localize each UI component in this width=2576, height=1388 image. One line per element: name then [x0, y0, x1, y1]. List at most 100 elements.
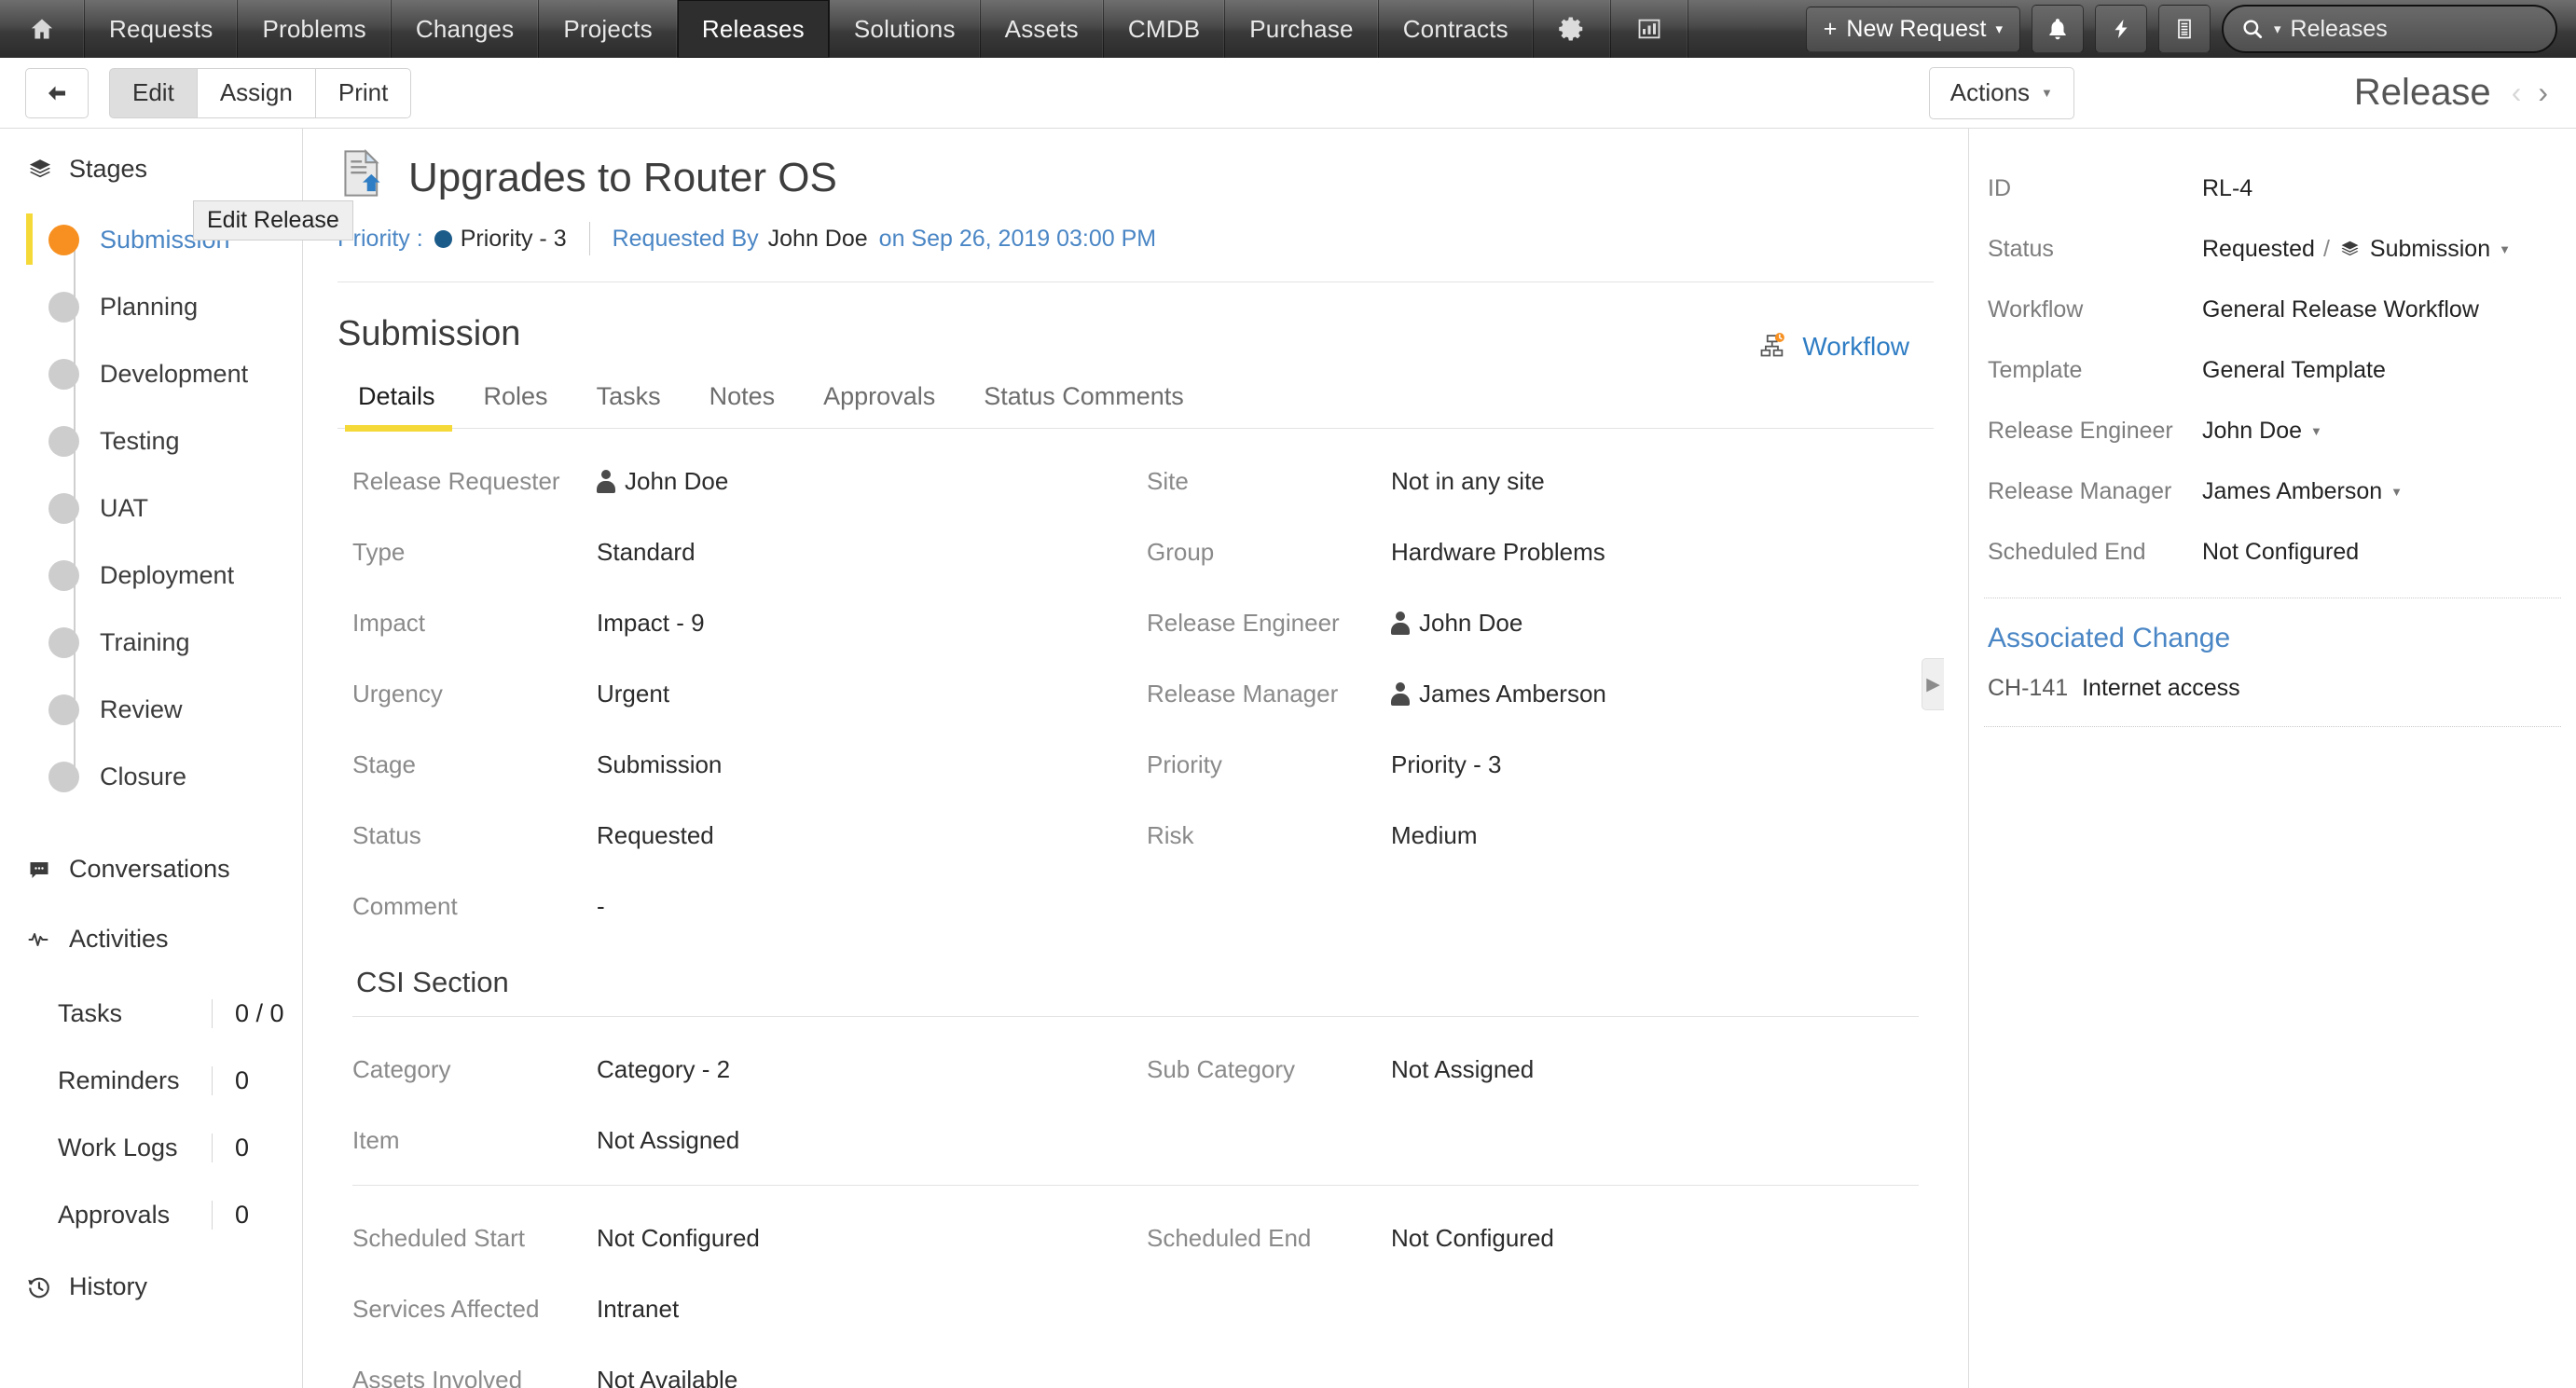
associated-change-title[interactable]: Associated Change: [1969, 598, 2576, 654]
search-scope-chevron-icon[interactable]: ▾: [2274, 22, 2281, 36]
property-status[interactable]: Status Requested / Submission ▼: [1969, 219, 2576, 280]
stage-dot-icon: [48, 292, 79, 323]
sidebar-stage-closure[interactable]: Closure: [48, 743, 302, 810]
tab-status-comments[interactable]: Status Comments: [959, 382, 1208, 428]
assign-button[interactable]: Assign: [198, 68, 316, 118]
chevron-down-icon[interactable]: ▼: [2499, 243, 2511, 255]
sidebar-stage-training[interactable]: Training: [48, 609, 302, 676]
tab-approvals[interactable]: Approvals: [799, 382, 959, 428]
nav-item-requests[interactable]: Requests: [85, 0, 238, 58]
nav-item-solutions[interactable]: Solutions: [830, 0, 981, 58]
nav-item-assets[interactable]: Assets: [981, 0, 1104, 58]
sidebar-item-history[interactable]: History: [0, 1248, 302, 1322]
print-button[interactable]: Print: [316, 68, 411, 118]
field-value: Medium: [1391, 821, 1477, 850]
counter-approvals[interactable]: Approvals 0: [0, 1181, 302, 1248]
field-value: Requested: [597, 821, 714, 850]
sidebar-counters: Tasks 0 / 0 Reminders 0 Work Logs 0 Appr…: [0, 980, 302, 1248]
stage-dot-icon: [48, 560, 79, 591]
nav-home-button[interactable]: [0, 0, 85, 58]
quick-actions-button[interactable]: [2095, 5, 2147, 53]
property-release-manager[interactable]: Release Manager James Amberson ▼: [1969, 461, 2576, 522]
field-row: Type Standard Group Hardware Problems: [304, 516, 1967, 587]
field-value: Category - 2: [597, 1055, 730, 1084]
nav-item-purchase[interactable]: Purchase: [1225, 0, 1378, 58]
sidebar-stages-header[interactable]: Stages: [0, 145, 302, 193]
property-release-engineer[interactable]: Release Engineer John Doe ▼: [1969, 401, 2576, 461]
tab-notes[interactable]: Notes: [685, 382, 800, 428]
field-value: Not Available: [597, 1366, 737, 1388]
nav-item-settings[interactable]: [1534, 0, 1611, 58]
person-icon: [597, 470, 615, 493]
nav-item-reports[interactable]: [1611, 0, 1688, 58]
csi-section-divider: [352, 1016, 1919, 1017]
field-label: Sub Category: [1147, 1055, 1391, 1084]
property-value: RL-4: [2202, 175, 2252, 202]
nav-item-projects[interactable]: Projects: [539, 0, 678, 58]
field-value: John Doe: [1391, 609, 1522, 638]
next-record-button[interactable]: ›: [2538, 76, 2548, 110]
tab-roles[interactable]: Roles: [460, 382, 572, 428]
field-urgency: Urgency Urgent: [304, 658, 1134, 729]
associated-change-row[interactable]: CH-141 Internet access: [1969, 654, 2576, 702]
nav-label: Releases: [702, 15, 805, 44]
sidebar-stage-review[interactable]: Review: [48, 676, 302, 743]
tab-details[interactable]: Details: [337, 382, 460, 428]
property-workflow: Workflow General Release Workflow: [1969, 280, 2576, 340]
field-stage: Stage Submission: [304, 729, 1134, 800]
sidebar-stage-uat[interactable]: UAT: [48, 474, 302, 542]
previous-record-button[interactable]: ‹: [2512, 76, 2522, 110]
nav-item-contracts[interactable]: Contracts: [1379, 0, 1534, 58]
record-pager: ‹ ›: [2512, 76, 2548, 110]
csi-field-grid-b: Scheduled Start Not Configured Scheduled…: [304, 1202, 1967, 1388]
field-status: Status Requested: [304, 800, 1134, 871]
actions-dropdown-button[interactable]: Actions ▼: [1929, 67, 2074, 119]
stage-label: Planning: [100, 293, 198, 322]
right-panel-collapse-handle[interactable]: ▶: [1922, 658, 1944, 710]
back-button[interactable]: [25, 68, 89, 118]
nav-item-releases[interactable]: Releases: [678, 0, 830, 58]
search-value: Releases: [2291, 16, 2388, 43]
sidebar-stage-development[interactable]: Development: [48, 340, 302, 407]
field-label: Stage: [352, 750, 597, 779]
release-document-icon: [337, 147, 388, 199]
sidebar-item-conversations[interactable]: Conversations: [0, 834, 302, 904]
chevron-down-icon: ▾: [1995, 22, 2003, 36]
nav-label: Assets: [1005, 15, 1079, 44]
counter-label: Work Logs: [58, 1134, 212, 1162]
chevron-down-icon[interactable]: ▼: [2310, 425, 2322, 437]
field-services-affected: Services Affected Intranet: [304, 1273, 1134, 1344]
field-value: Not Assigned: [1391, 1055, 1534, 1084]
property-label: Template: [1988, 357, 2202, 384]
chevron-down-icon[interactable]: ▼: [2390, 486, 2403, 498]
tab-tasks[interactable]: Tasks: [572, 382, 685, 428]
status-separator: /: [2323, 236, 2330, 263]
field-release-engineer: Release Engineer John Doe: [1134, 587, 1898, 658]
sidebar-stage-testing[interactable]: Testing: [48, 407, 302, 474]
nav-item-problems[interactable]: Problems: [238, 0, 391, 58]
nav-label: Requests: [109, 15, 213, 44]
edit-button[interactable]: Edit: [109, 68, 198, 118]
property-scheduled-end: Scheduled End Not Configured: [1969, 522, 2576, 583]
workflow-link[interactable]: Workflow: [1757, 332, 1909, 362]
module-title: Release: [2354, 72, 2491, 114]
lightning-bolt-icon: [2110, 16, 2132, 42]
requested-by-name[interactable]: John Doe: [768, 226, 868, 253]
nav-item-cmdb[interactable]: CMDB: [1104, 0, 1225, 58]
new-request-button[interactable]: + New Request ▾: [1806, 7, 2020, 52]
counter-label: Tasks: [58, 999, 212, 1028]
nav-label: Purchase: [1249, 15, 1353, 44]
counter-reminders[interactable]: Reminders 0: [0, 1047, 302, 1114]
counter-tasks[interactable]: Tasks 0 / 0: [0, 980, 302, 1047]
sidebar-item-activities[interactable]: Activities: [0, 904, 302, 974]
workflow-label: Workflow: [1802, 332, 1909, 362]
nav-item-changes[interactable]: Changes: [392, 0, 539, 58]
notifications-button[interactable]: [2032, 5, 2084, 53]
sidebar-stage-planning[interactable]: Planning: [48, 273, 302, 340]
global-search-input[interactable]: ▾ Releases: [2222, 5, 2557, 53]
counter-label: Reminders: [58, 1066, 212, 1095]
sidebar-stage-deployment[interactable]: Deployment: [48, 542, 302, 609]
notes-button[interactable]: [2158, 5, 2211, 53]
counter-work-logs[interactable]: Work Logs 0: [0, 1114, 302, 1181]
field-value: Standard: [597, 538, 696, 567]
